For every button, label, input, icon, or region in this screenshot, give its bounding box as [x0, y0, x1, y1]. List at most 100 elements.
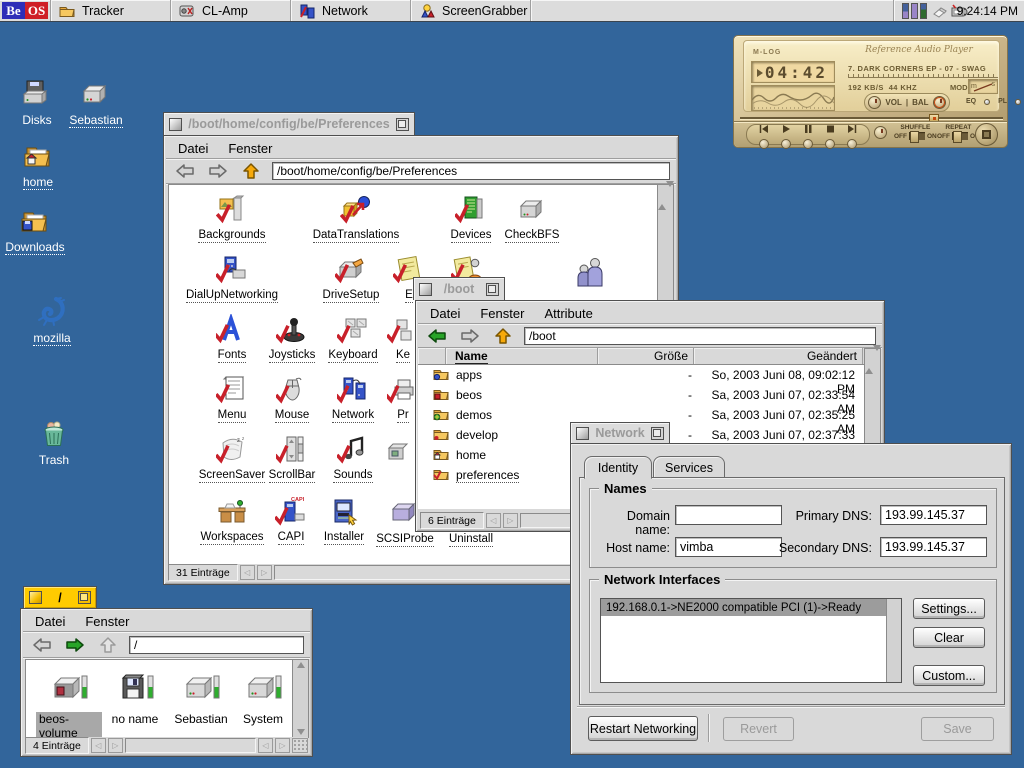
- eq-pl-toggles: EQ PL: [966, 98, 1021, 105]
- eraser-icon[interactable]: [932, 3, 950, 19]
- control-knob[interactable]: [874, 126, 887, 139]
- modified-column-header[interactable]: Geändert: [694, 348, 863, 364]
- arrow-right-gray[interactable]: [458, 327, 482, 345]
- eq-led-icon[interactable]: [984, 99, 990, 105]
- transport-button[interactable]: [781, 121, 791, 149]
- volume-icon-item[interactable]: Sebastian: [168, 670, 234, 726]
- shuffle-toggle[interactable]: SHUFFLE OFFON: [894, 124, 937, 140]
- volume-icon-item[interactable]: no name: [102, 670, 168, 726]
- boot-window-titlebar[interactable]: /boot: [413, 277, 505, 300]
- scroll-right-icon[interactable]: ▷: [257, 565, 272, 580]
- transport-button[interactable]: [825, 121, 835, 149]
- volume-icon-item[interactable]: System: [230, 670, 296, 726]
- zoom-icon[interactable]: [651, 427, 664, 440]
- volume-icon-item[interactable]: beos-volume: [36, 670, 102, 738]
- address-field[interactable]: /boot: [524, 327, 876, 345]
- close-icon[interactable]: [576, 427, 589, 440]
- close-icon[interactable]: [419, 283, 432, 296]
- zoom-icon[interactable]: [486, 283, 499, 296]
- close-icon[interactable]: [29, 591, 42, 604]
- arrow-up-yellow[interactable]: [491, 327, 515, 345]
- restart-networking-button[interactable]: Restart Networking: [588, 716, 698, 741]
- desktop-icon[interactable]: home: [0, 140, 83, 190]
- deskbar-app-item[interactable]: Tracker: [50, 0, 170, 21]
- file-row[interactable]: apps - So, 2003 Juni 08, 09:02:12 PM: [418, 365, 866, 385]
- menu-item[interactable]: Datei: [420, 304, 470, 323]
- button-divider: [708, 714, 710, 742]
- menu-item[interactable]: Attribute: [534, 304, 602, 323]
- revert-button[interactable]: Revert: [723, 717, 794, 741]
- vertical-scrollbar[interactable]: [292, 659, 309, 738]
- address-field[interactable]: /: [129, 636, 304, 654]
- transport-button[interactable]: [803, 121, 813, 149]
- arrow-up-gray[interactable]: [96, 636, 120, 654]
- desktop-icon[interactable]: Downloads: [0, 205, 80, 255]
- scroll-right-icon[interactable]: ▷: [108, 738, 123, 753]
- transport-button[interactable]: [759, 121, 769, 149]
- address-field[interactable]: /boot/home/config/be/Preferences: [272, 162, 670, 180]
- settings-tab[interactable]: Services: [653, 456, 725, 478]
- volume-knob[interactable]: [868, 96, 881, 109]
- file-name: preferences: [456, 468, 519, 483]
- zoom-icon[interactable]: [396, 118, 409, 131]
- preference-icon-item[interactable]: DialUpNetworking: [168, 253, 297, 303]
- horizontal-scrollbar[interactable]: [125, 738, 256, 753]
- deskbar-clock[interactable]: 9:24:14 PM: [955, 4, 1018, 18]
- root-window-titlebar[interactable]: /: [23, 586, 97, 608]
- arrow-right-gray[interactable]: [206, 162, 230, 180]
- preferences-window-titlebar[interactable]: /boot/home/config/be/Preferences: [163, 112, 415, 135]
- disks-icon: [20, 78, 54, 110]
- scroll-left-icon[interactable]: ◁: [91, 738, 106, 753]
- preference-icon-item[interactable]: CheckBFS: [467, 193, 597, 243]
- network-window-titlebar[interactable]: Network: [570, 422, 670, 443]
- beos-logo[interactable]: Be OS: [0, 0, 50, 21]
- desktop-icon[interactable]: mozilla: [7, 296, 97, 346]
- time-display[interactable]: 04:42: [751, 61, 835, 83]
- menu-item[interactable]: Datei: [168, 139, 218, 158]
- icon-column-header[interactable]: [418, 348, 446, 364]
- deskbar-app-item[interactable]: Network: [290, 0, 410, 21]
- desktop-icon-label: Sebastian: [69, 113, 122, 128]
- menu-item[interactable]: Fenster: [470, 304, 534, 323]
- arrow-right-green[interactable]: [63, 636, 87, 654]
- zoom-icon[interactable]: [78, 591, 91, 604]
- balance-knob[interactable]: [933, 96, 946, 109]
- name-column-header[interactable]: Name: [446, 348, 598, 364]
- arrow-left-gray[interactable]: [30, 636, 54, 654]
- eject-button[interactable]: [975, 123, 998, 146]
- deskbar-app-item[interactable]: CL-Amp: [170, 0, 290, 21]
- player-display: M-LOG Reference Audio Player 04:42 7. DA…: [743, 40, 1000, 112]
- menu-item[interactable]: Datei: [25, 612, 75, 631]
- preference-icon-item[interactable]: [525, 255, 655, 289]
- pl-led-icon[interactable]: [1015, 99, 1021, 105]
- player-controls: SHUFFLE OFFON REPEAT OFFON: [734, 121, 1007, 147]
- scroll-right-icon[interactable]: ▷: [503, 513, 518, 528]
- resize-grip[interactable]: [292, 738, 308, 753]
- menu-item[interactable]: Fenster: [218, 139, 282, 158]
- arrow-left-gray[interactable]: [173, 162, 197, 180]
- close-icon[interactable]: [169, 118, 182, 131]
- preference-icon-label: Ke: [396, 349, 410, 363]
- scroll-right-icon[interactable]: ▷: [275, 738, 290, 753]
- track-title[interactable]: 7. DARK CORNERS EP - 07 - SWAG: [848, 64, 1000, 73]
- desktop-icon[interactable]: Trash: [9, 418, 99, 467]
- menubar: DateiFensterAttribute: [418, 303, 882, 324]
- arrow-up-yellow[interactable]: [239, 162, 263, 180]
- menu-item[interactable]: Fenster: [75, 612, 139, 631]
- preference-icon-item[interactable]: Backgrounds: [168, 193, 297, 243]
- scroll-left-icon[interactable]: ◁: [258, 738, 273, 753]
- settings-tab[interactable]: Identity: [584, 456, 652, 479]
- arrow-left-green[interactable]: [425, 327, 449, 345]
- desktop-icon[interactable]: Sebastian: [51, 78, 141, 128]
- home-folder-icon: [21, 140, 55, 172]
- size-column-header[interactable]: Größe: [598, 348, 694, 364]
- repeat-toggle[interactable]: REPEAT OFFON: [937, 124, 980, 140]
- workspace-indicator-icon[interactable]: [902, 3, 927, 19]
- scroll-left-icon[interactable]: ◁: [486, 513, 501, 528]
- file-row[interactable]: beos - Sa, 2003 Juni 07, 02:33:54 AM: [418, 385, 866, 405]
- scroll-left-icon[interactable]: ◁: [240, 565, 255, 580]
- preference-icon-item[interactable]: DataTranslations: [291, 193, 421, 243]
- deskbar-app-item[interactable]: ScreenGrabber: [410, 0, 530, 21]
- save-button[interactable]: Save: [921, 717, 994, 741]
- transport-button[interactable]: [847, 121, 857, 149]
